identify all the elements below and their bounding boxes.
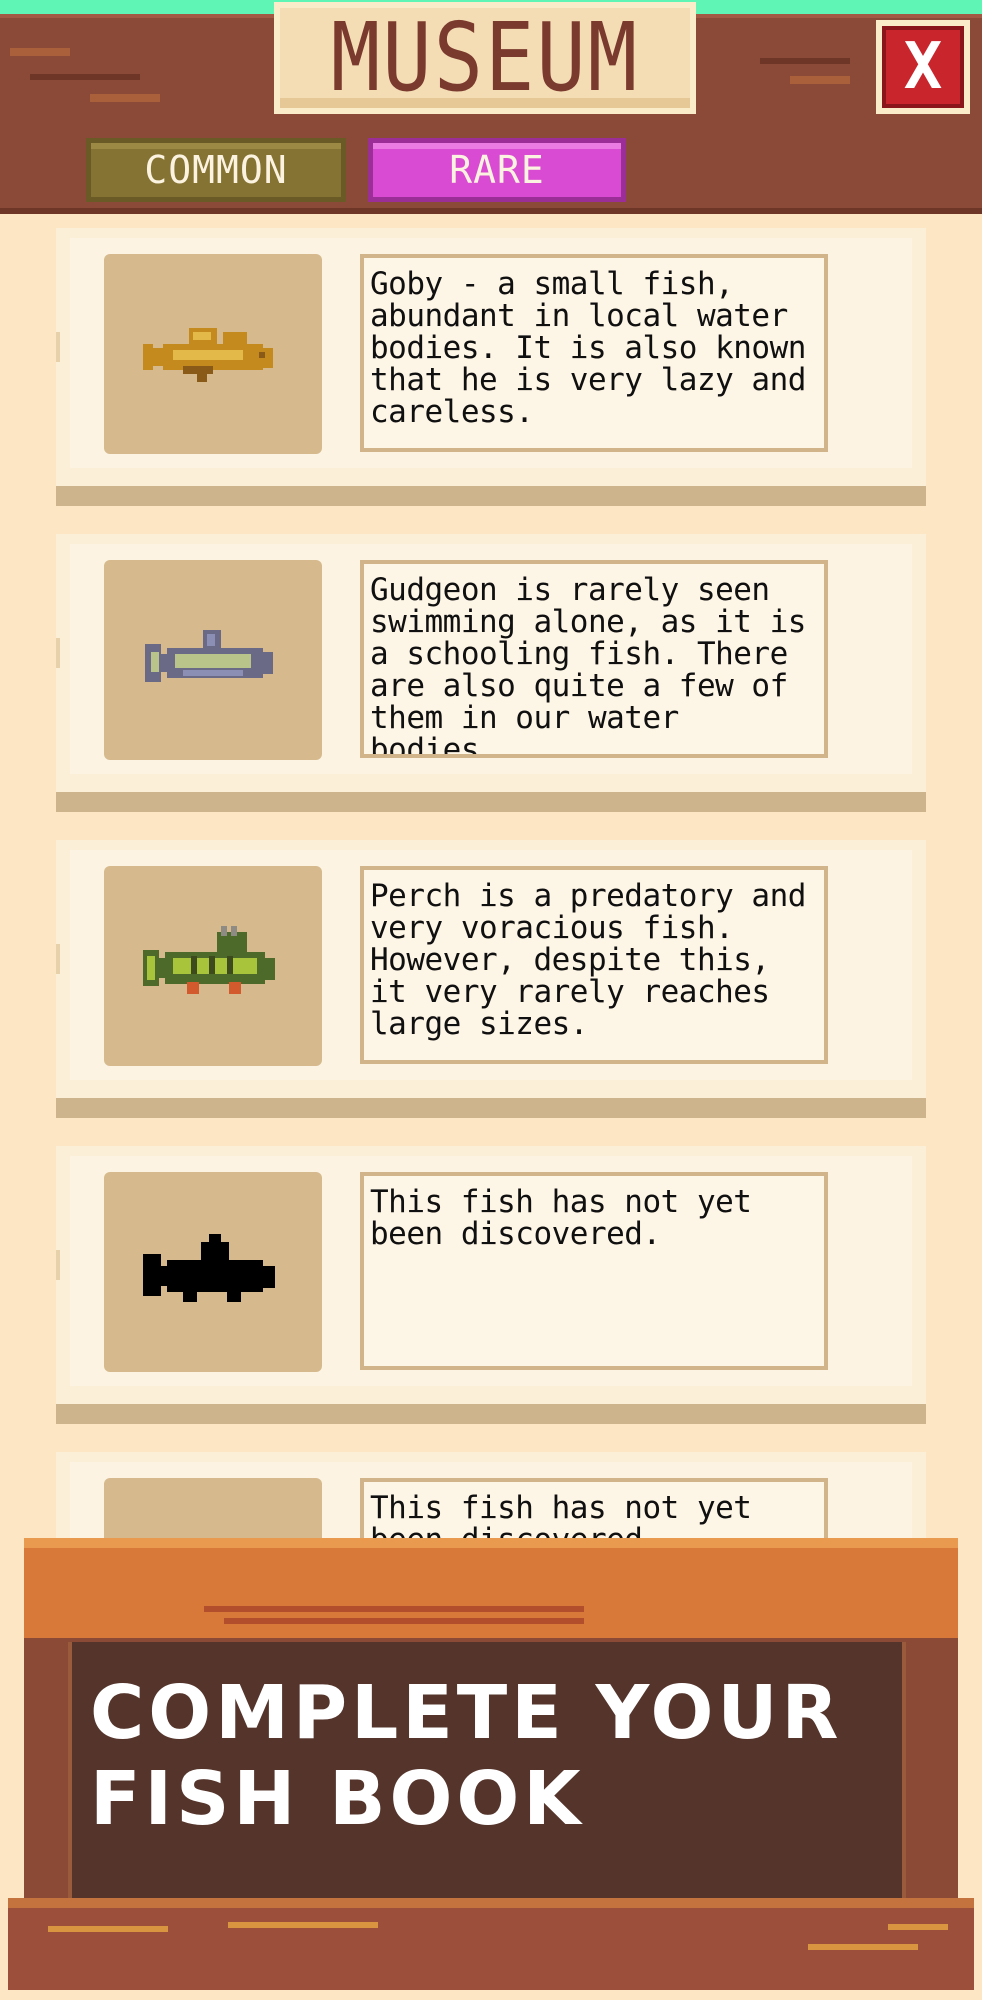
fish-card: This fish has not yet been discovered. bbox=[56, 1146, 926, 1424]
unknown-fish-silhouette-icon bbox=[143, 1234, 275, 1302]
banner-panel: COMPLETE YOUR FISH BOOK bbox=[68, 1642, 906, 1902]
tab-rare[interactable]: RARE bbox=[368, 138, 626, 202]
close-icon: X bbox=[903, 30, 943, 104]
banner-text-line1: COMPLETE YOUR bbox=[90, 1670, 843, 1756]
title-plate: MUSEUM bbox=[274, 2, 696, 114]
goby-fish-icon bbox=[143, 328, 273, 382]
fish-card: Gudgeon is rarely seen swimming alone, a… bbox=[56, 534, 926, 812]
banner-roof bbox=[24, 1538, 958, 1640]
fish-image-box bbox=[104, 866, 322, 1066]
fish-image-box bbox=[104, 1478, 322, 1544]
banner-base bbox=[8, 1898, 974, 1990]
close-button[interactable]: X bbox=[876, 20, 970, 114]
fish-description: This fish has not yet been discovered. bbox=[360, 1478, 828, 1544]
perch-fish-icon bbox=[143, 926, 275, 994]
fish-description: Goby - a small fish, abundant in local w… bbox=[360, 254, 828, 452]
fish-image-box bbox=[104, 1172, 322, 1372]
fish-description: Gudgeon is rarely seen swimming alone, a… bbox=[360, 560, 828, 758]
gudgeon-fish-icon bbox=[145, 630, 273, 682]
fish-description: This fish has not yet been discovered. bbox=[360, 1172, 828, 1370]
promo-banner: COMPLETE YOUR FISH BOOK bbox=[0, 1538, 982, 2000]
fish-card: This fish has not yet been discovered. bbox=[56, 1452, 926, 1544]
fish-card: Perch is a predatory and very voracious … bbox=[56, 840, 926, 1118]
page-title: MUSEUM bbox=[330, 3, 640, 113]
fish-card: Goby - a small fish, abundant in local w… bbox=[56, 228, 926, 506]
tab-bar: COMMON RARE bbox=[0, 124, 982, 214]
tab-common[interactable]: COMMON bbox=[86, 138, 346, 202]
fish-description: Perch is a predatory and very voracious … bbox=[360, 866, 828, 1064]
fish-list[interactable]: Goby - a small fish, abundant in local w… bbox=[56, 214, 926, 1544]
banner-text-line2: FISH BOOK bbox=[90, 1756, 585, 1842]
fish-image-box bbox=[104, 254, 322, 454]
fish-image-box bbox=[104, 560, 322, 760]
